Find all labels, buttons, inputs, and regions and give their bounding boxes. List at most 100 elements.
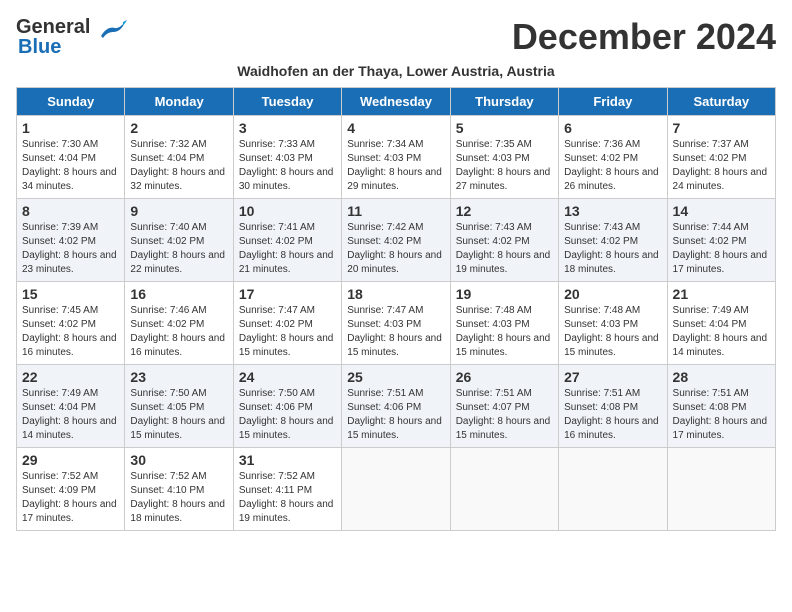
daylight-text: Daylight: 8 hours and 15 minutes. (239, 415, 336, 443)
day-number: 29 (22, 452, 119, 468)
sunset-text: Sunset: 4:02 PM (673, 235, 770, 249)
sunrise-text: Sunrise: 7:48 AM (456, 304, 553, 318)
calendar-day-cell: 12 Sunrise: 7:43 AM Sunset: 4:02 PM Dayl… (450, 198, 558, 281)
calendar-day-cell: 6 Sunrise: 7:36 AM Sunset: 4:02 PM Dayli… (559, 115, 667, 198)
day-info: Sunrise: 7:52 AM Sunset: 4:11 PM Dayligh… (239, 470, 336, 526)
calendar-body: 1 Sunrise: 7:30 AM Sunset: 4:04 PM Dayli… (17, 115, 776, 530)
day-number: 9 (130, 203, 227, 219)
daylight-text: Daylight: 8 hours and 20 minutes. (347, 249, 444, 277)
calendar-day-cell: 13 Sunrise: 7:43 AM Sunset: 4:02 PM Dayl… (559, 198, 667, 281)
day-info: Sunrise: 7:39 AM Sunset: 4:02 PM Dayligh… (22, 221, 119, 277)
sunrise-text: Sunrise: 7:37 AM (673, 138, 770, 152)
sunset-text: Sunset: 4:02 PM (239, 235, 336, 249)
sunset-text: Sunset: 4:03 PM (456, 152, 553, 166)
sunrise-text: Sunrise: 7:40 AM (130, 221, 227, 235)
day-number: 28 (673, 369, 770, 385)
day-number: 14 (673, 203, 770, 219)
sunrise-text: Sunrise: 7:52 AM (22, 470, 119, 484)
sunset-text: Sunset: 4:08 PM (564, 401, 661, 415)
calendar-week-row: 22 Sunrise: 7:49 AM Sunset: 4:04 PM Dayl… (17, 364, 776, 447)
daylight-text: Daylight: 8 hours and 16 minutes. (564, 415, 661, 443)
day-number: 20 (564, 286, 661, 302)
sunset-text: Sunset: 4:11 PM (239, 484, 336, 498)
day-info: Sunrise: 7:32 AM Sunset: 4:04 PM Dayligh… (130, 138, 227, 194)
sunrise-text: Sunrise: 7:34 AM (347, 138, 444, 152)
calendar-day-cell: 11 Sunrise: 7:42 AM Sunset: 4:02 PM Dayl… (342, 198, 450, 281)
calendar-day-cell: 16 Sunrise: 7:46 AM Sunset: 4:02 PM Dayl… (125, 281, 233, 364)
day-info: Sunrise: 7:50 AM Sunset: 4:05 PM Dayligh… (130, 387, 227, 443)
calendar-day-cell: 3 Sunrise: 7:33 AM Sunset: 4:03 PM Dayli… (233, 115, 341, 198)
calendar-day-cell: 25 Sunrise: 7:51 AM Sunset: 4:06 PM Dayl… (342, 364, 450, 447)
sunrise-text: Sunrise: 7:51 AM (456, 387, 553, 401)
calendar-day-cell: 15 Sunrise: 7:45 AM Sunset: 4:02 PM Dayl… (17, 281, 125, 364)
month-title: December 2024 (512, 16, 776, 58)
weekday-header: Tuesday (233, 87, 341, 115)
daylight-text: Daylight: 8 hours and 27 minutes. (456, 166, 553, 194)
sunrise-text: Sunrise: 7:43 AM (564, 221, 661, 235)
daylight-text: Daylight: 8 hours and 14 minutes. (673, 332, 770, 360)
day-number: 22 (22, 369, 119, 385)
sunset-text: Sunset: 4:03 PM (239, 152, 336, 166)
calendar-day-cell: 17 Sunrise: 7:47 AM Sunset: 4:02 PM Dayl… (233, 281, 341, 364)
sunset-text: Sunset: 4:03 PM (456, 318, 553, 332)
weekday-header: Saturday (667, 87, 775, 115)
sunset-text: Sunset: 4:06 PM (239, 401, 336, 415)
sunrise-text: Sunrise: 7:49 AM (673, 304, 770, 318)
daylight-text: Daylight: 8 hours and 18 minutes. (564, 249, 661, 277)
calendar-day-cell (667, 447, 775, 530)
sunset-text: Sunset: 4:02 PM (130, 235, 227, 249)
day-info: Sunrise: 7:33 AM Sunset: 4:03 PM Dayligh… (239, 138, 336, 194)
sunrise-text: Sunrise: 7:50 AM (130, 387, 227, 401)
daylight-text: Daylight: 8 hours and 15 minutes. (456, 415, 553, 443)
sunset-text: Sunset: 4:02 PM (22, 318, 119, 332)
day-number: 16 (130, 286, 227, 302)
day-info: Sunrise: 7:52 AM Sunset: 4:09 PM Dayligh… (22, 470, 119, 526)
daylight-text: Daylight: 8 hours and 15 minutes. (347, 415, 444, 443)
calendar-week-row: 29 Sunrise: 7:52 AM Sunset: 4:09 PM Dayl… (17, 447, 776, 530)
daylight-text: Daylight: 8 hours and 24 minutes. (673, 166, 770, 194)
sunset-text: Sunset: 4:04 PM (22, 152, 119, 166)
calendar-day-cell: 14 Sunrise: 7:44 AM Sunset: 4:02 PM Dayl… (667, 198, 775, 281)
sunset-text: Sunset: 4:02 PM (456, 235, 553, 249)
daylight-text: Daylight: 8 hours and 30 minutes. (239, 166, 336, 194)
day-info: Sunrise: 7:49 AM Sunset: 4:04 PM Dayligh… (22, 387, 119, 443)
day-info: Sunrise: 7:34 AM Sunset: 4:03 PM Dayligh… (347, 138, 444, 194)
sunset-text: Sunset: 4:04 PM (130, 152, 227, 166)
calendar-day-cell: 5 Sunrise: 7:35 AM Sunset: 4:03 PM Dayli… (450, 115, 558, 198)
weekday-header: Thursday (450, 87, 558, 115)
day-info: Sunrise: 7:35 AM Sunset: 4:03 PM Dayligh… (456, 138, 553, 194)
daylight-text: Daylight: 8 hours and 19 minutes. (239, 498, 336, 526)
calendar-day-cell: 9 Sunrise: 7:40 AM Sunset: 4:02 PM Dayli… (125, 198, 233, 281)
calendar-day-cell (342, 447, 450, 530)
daylight-text: Daylight: 8 hours and 21 minutes. (239, 249, 336, 277)
daylight-text: Daylight: 8 hours and 17 minutes. (22, 498, 119, 526)
daylight-text: Daylight: 8 hours and 15 minutes. (130, 415, 227, 443)
weekday-header: Sunday (17, 87, 125, 115)
sunrise-text: Sunrise: 7:41 AM (239, 221, 336, 235)
daylight-text: Daylight: 8 hours and 22 minutes. (130, 249, 227, 277)
calendar-day-cell: 18 Sunrise: 7:47 AM Sunset: 4:03 PM Dayl… (342, 281, 450, 364)
day-info: Sunrise: 7:43 AM Sunset: 4:02 PM Dayligh… (456, 221, 553, 277)
sunset-text: Sunset: 4:02 PM (673, 152, 770, 166)
day-info: Sunrise: 7:47 AM Sunset: 4:03 PM Dayligh… (347, 304, 444, 360)
sunset-text: Sunset: 4:02 PM (239, 318, 336, 332)
sunrise-text: Sunrise: 7:52 AM (130, 470, 227, 484)
sunset-text: Sunset: 4:05 PM (130, 401, 227, 415)
sunset-text: Sunset: 4:07 PM (456, 401, 553, 415)
daylight-text: Daylight: 8 hours and 32 minutes. (130, 166, 227, 194)
day-number: 3 (239, 120, 336, 136)
day-info: Sunrise: 7:51 AM Sunset: 4:06 PM Dayligh… (347, 387, 444, 443)
calendar-day-cell: 24 Sunrise: 7:50 AM Sunset: 4:06 PM Dayl… (233, 364, 341, 447)
day-info: Sunrise: 7:42 AM Sunset: 4:02 PM Dayligh… (347, 221, 444, 277)
day-number: 21 (673, 286, 770, 302)
sunrise-text: Sunrise: 7:50 AM (239, 387, 336, 401)
day-info: Sunrise: 7:40 AM Sunset: 4:02 PM Dayligh… (130, 221, 227, 277)
day-number: 6 (564, 120, 661, 136)
sunrise-text: Sunrise: 7:47 AM (347, 304, 444, 318)
day-info: Sunrise: 7:45 AM Sunset: 4:02 PM Dayligh… (22, 304, 119, 360)
sunrise-text: Sunrise: 7:39 AM (22, 221, 119, 235)
calendar-day-cell: 10 Sunrise: 7:41 AM Sunset: 4:02 PM Dayl… (233, 198, 341, 281)
weekday-header: Friday (559, 87, 667, 115)
day-number: 4 (347, 120, 444, 136)
calendar-day-cell: 2 Sunrise: 7:32 AM Sunset: 4:04 PM Dayli… (125, 115, 233, 198)
